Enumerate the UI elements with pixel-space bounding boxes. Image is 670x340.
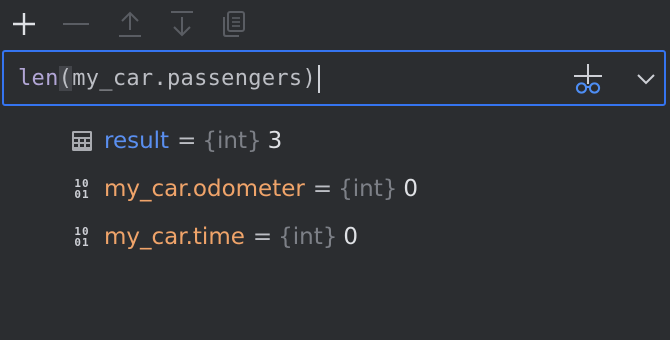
binary-icon-line2: 01 [74, 188, 90, 201]
duplicate-watch-button[interactable] [218, 8, 250, 40]
equals-sign: = [312, 176, 333, 202]
variable-name: my_car.odometer [104, 176, 305, 202]
variable-name: result [104, 128, 170, 154]
variable-row-time[interactable]: 10 01 my_car.time = {int} 0 [70, 221, 358, 253]
move-up-button[interactable] [114, 8, 146, 40]
remove-watch-button[interactable] [60, 8, 92, 40]
text-caret [318, 65, 321, 93]
arrow-up-icon [119, 11, 141, 37]
expression-paren-open: ( [58, 66, 73, 91]
expression-function: len [18, 66, 59, 91]
minus-icon [63, 23, 89, 25]
watches-toolbar [0, 0, 670, 48]
move-down-button[interactable] [166, 8, 198, 40]
variable-row-odometer[interactable]: 10 01 my_car.odometer = {int} 0 [70, 173, 418, 205]
plus-icon [13, 13, 35, 35]
expression-argument: my_car.passengers [72, 66, 303, 91]
arrow-down-icon [171, 11, 193, 37]
binary-icon: 10 01 [70, 225, 94, 249]
variable-value: 0 [403, 176, 419, 202]
add-watch-button[interactable] [8, 8, 40, 40]
expression-paren-close: ) [302, 66, 317, 91]
variable-name: my_car.time [104, 224, 245, 250]
binary-icon: 10 01 [70, 177, 94, 201]
chevron-down-icon[interactable] [634, 66, 658, 90]
watch-expression-editor[interactable]: len(my_car.passengers) [2, 50, 666, 106]
variable-value: 3 [267, 128, 283, 154]
variable-type: {int} [278, 224, 338, 250]
variable-type: {int} [202, 128, 262, 154]
equals-sign: = [252, 224, 273, 250]
copy-icon [223, 11, 245, 37]
equals-sign: = [177, 128, 197, 154]
binary-icon-line2: 01 [74, 236, 90, 249]
variable-row-result[interactable]: result = {int} 3 [70, 125, 282, 157]
variable-value: 0 [343, 224, 359, 250]
expression-input[interactable]: len(my_car.passengers) [18, 65, 321, 93]
add-to-watches-glasses-icon[interactable] [570, 62, 606, 96]
variable-type: {int} [338, 176, 398, 202]
calculator-icon [70, 129, 94, 153]
